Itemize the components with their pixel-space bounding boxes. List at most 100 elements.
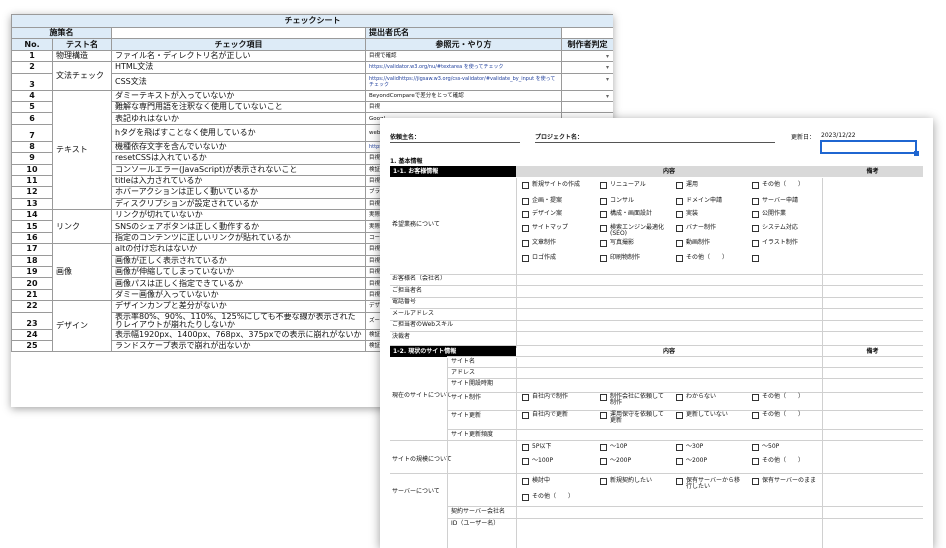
checkbox-icon[interactable] [752, 182, 759, 189]
checkbox-icon[interactable] [600, 255, 607, 262]
checkbox-icon[interactable] [600, 240, 607, 247]
checkbox-option[interactable]: その他（ ） [752, 182, 822, 189]
check-item-cell[interactable]: リンクが切れていないか [111, 209, 366, 222]
checkbox-option[interactable]: 運用 [676, 182, 746, 189]
check-item-cell[interactable]: デザインカンプと差分がないか [111, 300, 366, 313]
checkbox-icon[interactable] [676, 225, 683, 232]
chevron-down-icon[interactable]: ▾ [606, 75, 609, 85]
checkbox-option[interactable]: 検討中 [522, 478, 590, 485]
checkbox-option[interactable]: コンサル [600, 198, 670, 205]
checkbox-option[interactable]: その他（ ） [752, 412, 820, 419]
checkbox-option[interactable]: 自社内で制作 [522, 394, 590, 401]
checkbox-icon[interactable] [752, 458, 759, 465]
reference-cell[interactable]: BeyondCompareで差分をとって確認 [365, 89, 562, 102]
check-item-cell[interactable]: hタグを飛ばすことなく使用しているか [111, 123, 366, 142]
check-item-cell[interactable]: altの付け忘れはないか [111, 243, 366, 256]
checkbox-option[interactable]: 制作会社に依頼して制作 [600, 394, 668, 406]
checkbox-icon[interactable] [522, 198, 529, 205]
judge-dropdown[interactable] [560, 100, 613, 114]
checkbox-icon[interactable] [522, 255, 529, 262]
checkbox-icon[interactable] [600, 458, 607, 465]
checkbox-icon[interactable] [676, 182, 683, 189]
checkbox-icon[interactable] [752, 240, 759, 247]
checkbox-option[interactable]: イラスト制作 [752, 240, 822, 247]
checkbox-option[interactable]: 自社内で更新 [522, 412, 590, 419]
checkbox-icon[interactable] [522, 394, 529, 401]
checkbox-icon[interactable] [676, 240, 683, 247]
checkbox-option[interactable]: 動画制作 [676, 240, 746, 247]
reference-cell[interactable]: https://validhttps://jigsaw.w3.org/css-v… [365, 72, 562, 91]
check-item-cell[interactable]: ダミーテキストが入っていないか [111, 89, 366, 102]
checkbox-option[interactable]: 写真撮影 [600, 240, 670, 247]
reference-cell[interactable]: https://validator.w3.org/nu/#textarea を使… [365, 61, 562, 74]
check-item-cell[interactable]: ダミー画像が入っていないか [111, 288, 366, 302]
checkbox-option[interactable]: ロゴ作成 [522, 255, 592, 262]
check-item-cell[interactable]: SNSのシェアボタンは正しく動作するか [111, 220, 366, 233]
checkbox-icon[interactable] [600, 478, 607, 485]
check-item-cell[interactable]: 指定のコンテンツに正しいリンクが貼れているか [111, 231, 366, 245]
check-item-cell[interactable]: ホバーアクションは正しく動いているか [111, 186, 366, 199]
checkbox-option[interactable]: その他（ ） [752, 394, 820, 401]
checkbox-option[interactable]: ～50P [752, 444, 820, 451]
checkbox-option[interactable]: ～200P [600, 458, 668, 465]
checkbox-option[interactable]: 公開作業 [752, 211, 822, 218]
checkbox-icon[interactable] [522, 412, 529, 419]
checkbox-icon[interactable] [676, 412, 683, 419]
checkbox-option[interactable] [752, 255, 822, 262]
checkbox-icon[interactable] [752, 444, 759, 451]
checkbox-icon[interactable] [522, 494, 529, 501]
chevron-down-icon[interactable]: ▾ [606, 92, 609, 101]
check-item-cell[interactable]: 画像パスは正しく指定できているか [111, 277, 366, 290]
checkbox-icon[interactable] [522, 225, 529, 232]
check-item-cell[interactable]: 画像が正しく表示されているか [111, 254, 366, 268]
checkbox-option[interactable]: サーバー申請 [752, 198, 822, 205]
checkbox-icon[interactable] [600, 412, 607, 419]
checkbox-option[interactable]: ～100P [522, 458, 590, 465]
checkbox-option[interactable]: 文章制作 [522, 240, 592, 247]
checkbox-option[interactable]: 検索エンジン最適化(SEO) [600, 225, 670, 237]
check-item-cell[interactable]: 画像が伸縮してしまっていないか [111, 266, 366, 279]
checkbox-icon[interactable] [600, 198, 607, 205]
checkbox-option[interactable]: サイトマップ [522, 225, 592, 232]
chevron-down-icon[interactable]: ▾ [606, 52, 609, 61]
checkbox-icon[interactable] [522, 240, 529, 247]
checkbox-option[interactable]: リニューアル [600, 182, 670, 189]
checkbox-option[interactable]: ～200P [676, 458, 744, 465]
checkbox-option[interactable]: その他（ ） [752, 458, 820, 465]
checkbox-icon[interactable] [752, 255, 759, 262]
checkbox-icon[interactable] [600, 444, 607, 451]
checkbox-icon[interactable] [752, 412, 759, 419]
checkbox-icon[interactable] [752, 211, 759, 218]
checkbox-icon[interactable] [676, 255, 683, 262]
reference-cell[interactable]: 目視 [365, 100, 562, 114]
check-item-cell[interactable]: CSS文法 [111, 72, 366, 91]
judge-dropdown[interactable]: ▾ [560, 89, 613, 102]
checkbox-option[interactable]: 運用保守を依頼して更新 [600, 412, 668, 424]
checkbox-icon[interactable] [676, 198, 683, 205]
check-item-cell[interactable]: ファイル名・ディレクトリ名が正しい [111, 49, 366, 63]
checkbox-option[interactable]: 実装 [676, 211, 746, 218]
check-item-cell[interactable]: 表示幅1920px、1400px、768px、375pxでの表示に崩れがないか [111, 328, 366, 342]
checkbox-option[interactable]: その他（ ） [522, 494, 590, 501]
checkbox-icon[interactable] [600, 394, 607, 401]
check-item-cell[interactable]: titleは入力されているか [111, 174, 366, 188]
checkbox-option[interactable]: 更新していない [676, 412, 744, 419]
checkbox-icon[interactable] [752, 198, 759, 205]
checkbox-option[interactable]: 保有サーバーから移行したい [676, 478, 744, 490]
checkbox-icon[interactable] [676, 444, 683, 451]
checkbox-option[interactable]: ～30P [676, 444, 744, 451]
check-item-cell[interactable]: ディスクリプションが設定されているか [111, 197, 366, 211]
check-item-cell[interactable]: 難解な専門用語を注釈なく使用していないこと [111, 100, 366, 114]
checkbox-icon[interactable] [752, 394, 759, 401]
checkbox-icon[interactable] [522, 458, 529, 465]
checkbox-icon[interactable] [676, 394, 683, 401]
check-item-cell[interactable]: ランドスケープ表示で崩れが出ないか [111, 339, 366, 353]
checkbox-option[interactable]: わからない [676, 394, 744, 401]
checkbox-icon[interactable] [676, 211, 683, 218]
checkbox-icon[interactable] [600, 211, 607, 218]
check-item-cell[interactable]: コンソールエラー(JavaScript)が表示されないこと [111, 163, 366, 176]
checkbox-option[interactable]: その他（ ） [676, 255, 746, 262]
checkbox-option[interactable]: 企画・提案 [522, 198, 592, 205]
checkbox-option[interactable]: 5P以下 [522, 444, 590, 451]
checkbox-option[interactable]: 新規サイトの作成 [522, 182, 592, 189]
